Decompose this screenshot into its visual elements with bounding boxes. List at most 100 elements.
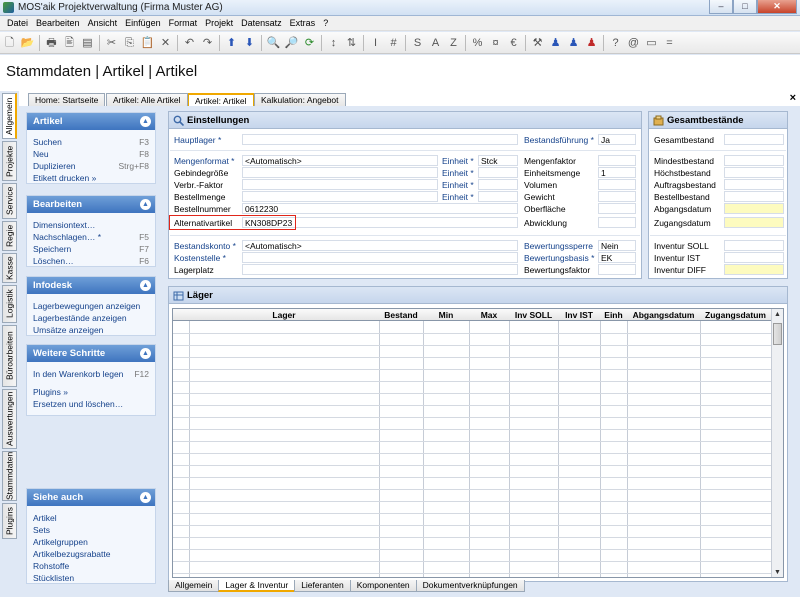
vtab-kasse[interactable]: Kasse (2, 253, 17, 283)
close-button[interactable]: ✕ (757, 0, 797, 14)
laeger-table[interactable]: Lager Bestand Min Max Inv SOLL Inv IST E… (172, 308, 784, 578)
search-icon[interactable]: 🔍 (266, 35, 281, 51)
btab-lieferanten[interactable]: Lieferanten (294, 580, 351, 592)
number-icon[interactable]: # (386, 35, 401, 51)
btab-lager-inventur[interactable]: Lager & Inventur (218, 580, 296, 592)
einheit-field-2[interactable] (478, 167, 518, 178)
vtab-plugins[interactable]: Plugins (2, 503, 17, 539)
einheit-label-4[interactable]: Einheit * (442, 191, 474, 203)
collapse-chevron-icon[interactable]: ▲ (140, 199, 151, 210)
scroll-down-icon[interactable]: ▼ (772, 567, 783, 577)
z-icon[interactable]: Z (446, 35, 461, 51)
up-icon[interactable]: ⬆ (224, 35, 239, 51)
bestandskonto-field[interactable]: <Automatisch> (242, 240, 518, 251)
print-icon[interactable]: 🖶 (44, 35, 59, 51)
lagerplatz-field[interactable] (242, 264, 518, 275)
user-blue-icon[interactable]: ♟ (548, 35, 563, 51)
menu-item[interactable]: Datei (3, 16, 32, 30)
volumen-field[interactable] (598, 179, 636, 190)
mindestbestand-field[interactable] (724, 155, 784, 166)
tab-home[interactable]: Home: Startseite (28, 93, 106, 106)
section-header[interactable]: Bearbeiten ▲ (27, 196, 155, 213)
vertical-scrollbar[interactable]: ▲ ▼ (771, 309, 783, 577)
redo-icon[interactable]: ↷ (200, 35, 215, 51)
open-icon[interactable]: 📂 (20, 35, 35, 51)
bestellmenge-field[interactable] (242, 191, 438, 202)
einheit-label-3[interactable]: Einheit * (442, 179, 474, 191)
tab-alle-artikel[interactable]: Artikel: Alle Artikel (106, 93, 188, 106)
column-header-inv-ist[interactable]: Inv IST (558, 309, 600, 321)
refresh-icon[interactable]: ⟳ (302, 35, 317, 51)
section-header[interactable]: Siehe auch ▲ (27, 489, 155, 506)
inventur-diff-field[interactable] (724, 264, 784, 275)
hauptlager-field[interactable] (242, 134, 518, 145)
sidebar-link-stuecklisten[interactable]: Stücklisten (27, 572, 155, 584)
section-header[interactable]: Infodesk ▲ (27, 277, 155, 294)
vtab-bueroarbeiten[interactable]: Büroarbeiten (2, 325, 17, 387)
sidebar-link-duplizieren[interactable]: Duplizieren Strg+F8 (27, 160, 155, 172)
currency-icon[interactable]: ¤ (488, 35, 503, 51)
sidebar-link-loeschen[interactable]: Löschen… F6 (27, 255, 155, 267)
column-header-abgangsdatum[interactable]: Abgangsdatum (627, 309, 700, 321)
bewertungsfaktor-field[interactable] (598, 264, 636, 275)
collapse-chevron-icon[interactable]: ▲ (140, 348, 151, 359)
einheit-field-4[interactable] (478, 191, 518, 202)
vtab-logistik[interactable]: Logistik (2, 285, 17, 323)
menu-item[interactable]: Extras (286, 16, 320, 30)
kostenstelle-field[interactable] (242, 252, 518, 263)
sidebar-link-ersetzen[interactable]: Ersetzen und löschen… (27, 398, 155, 410)
sidebar-link-dimensiontext[interactable]: Dimensiontext… (27, 219, 155, 231)
abwicklung-field[interactable] (598, 217, 636, 228)
kostenstelle-label[interactable]: Kostenstelle * (174, 252, 226, 264)
einheit-field-3[interactable] (478, 179, 518, 190)
column-header-inv-soll[interactable]: Inv SOLL (509, 309, 558, 321)
inventur-soll-field[interactable] (724, 240, 784, 251)
delete-icon[interactable]: ✕ (158, 35, 173, 51)
sidebar-link-lagerbestaende[interactable]: Lagerbestände anzeigen (27, 312, 155, 324)
bestandsfuehrung-label[interactable]: Bestandsführung * (524, 134, 594, 146)
menu-item[interactable]: Ansicht (84, 16, 122, 30)
gesamtbestand-field[interactable] (724, 134, 784, 145)
sidebar-link-rohstoffe[interactable]: Rohstoffe (27, 560, 155, 572)
sidebar-link-umsaetze[interactable]: Umsätze anzeigen (27, 324, 155, 336)
verbr-faktor-field[interactable] (242, 179, 438, 190)
sidebar-link-speichern[interactable]: Speichern F7 (27, 243, 155, 255)
collapse-chevron-icon[interactable]: ▲ (140, 280, 151, 291)
sort-icon[interactable]: ↕ (326, 35, 341, 51)
vtab-regie[interactable]: Regie (2, 221, 17, 251)
vtab-allgemein[interactable]: Allgemein (2, 93, 17, 139)
sidebar-link-artikelgruppen[interactable]: Artikelgruppen (27, 536, 155, 548)
scroll-up-icon[interactable]: ▲ (772, 309, 783, 321)
paste-icon[interactable]: 📋 (140, 35, 155, 51)
vtab-projekte[interactable]: Projekte (2, 141, 17, 181)
sidebar-link-neu[interactable]: Neu F8 (27, 148, 155, 160)
einheit-label-1[interactable]: Einheit * (442, 155, 474, 167)
print-preview-icon[interactable]: 🖹 (62, 35, 77, 51)
sidebar-link-artikelbezugsrabatte[interactable]: Artikelbezugsrabatte (27, 548, 155, 560)
bestandskonto-label[interactable]: Bestandskonto * (174, 240, 236, 252)
section-header[interactable]: Weitere Schritte ▲ (27, 345, 155, 362)
gewicht-field[interactable] (598, 191, 636, 202)
mengenformat-field[interactable]: <Automatisch> (242, 155, 438, 166)
field-icon[interactable]: ▭ (644, 35, 659, 51)
sidebar-link-suchen[interactable]: Suchen F3 (27, 136, 155, 148)
collapse-chevron-icon[interactable]: ▲ (140, 492, 151, 503)
column-header-lager[interactable]: Lager (189, 309, 379, 321)
menu-item[interactable]: Bearbeiten (32, 16, 84, 30)
equals-icon[interactable]: = (662, 35, 677, 51)
bestandsfuehrung-field[interactable]: Ja (598, 134, 636, 145)
sidebar-link-plugins[interactable]: Plugins » (27, 386, 155, 398)
user-blue2-icon[interactable]: ♟ (566, 35, 581, 51)
gebindegroesse-field[interactable] (242, 167, 438, 178)
menu-item[interactable]: Datensatz (237, 16, 286, 30)
a-icon[interactable]: A (428, 35, 443, 51)
einheit-field-1[interactable]: Stck (478, 155, 518, 166)
maximize-button[interactable]: □ (733, 0, 757, 14)
hauptlager-label[interactable]: Hauptlager * (174, 134, 221, 146)
s-icon[interactable]: S (410, 35, 425, 51)
sidebar-link-artikel[interactable]: Artikel (27, 512, 155, 524)
zugangsdatum-field[interactable] (724, 217, 784, 228)
bewertungsbasis-field[interactable]: EK (598, 252, 636, 263)
question-icon[interactable]: ? (608, 35, 623, 51)
bestellbestand-field[interactable] (724, 191, 784, 202)
